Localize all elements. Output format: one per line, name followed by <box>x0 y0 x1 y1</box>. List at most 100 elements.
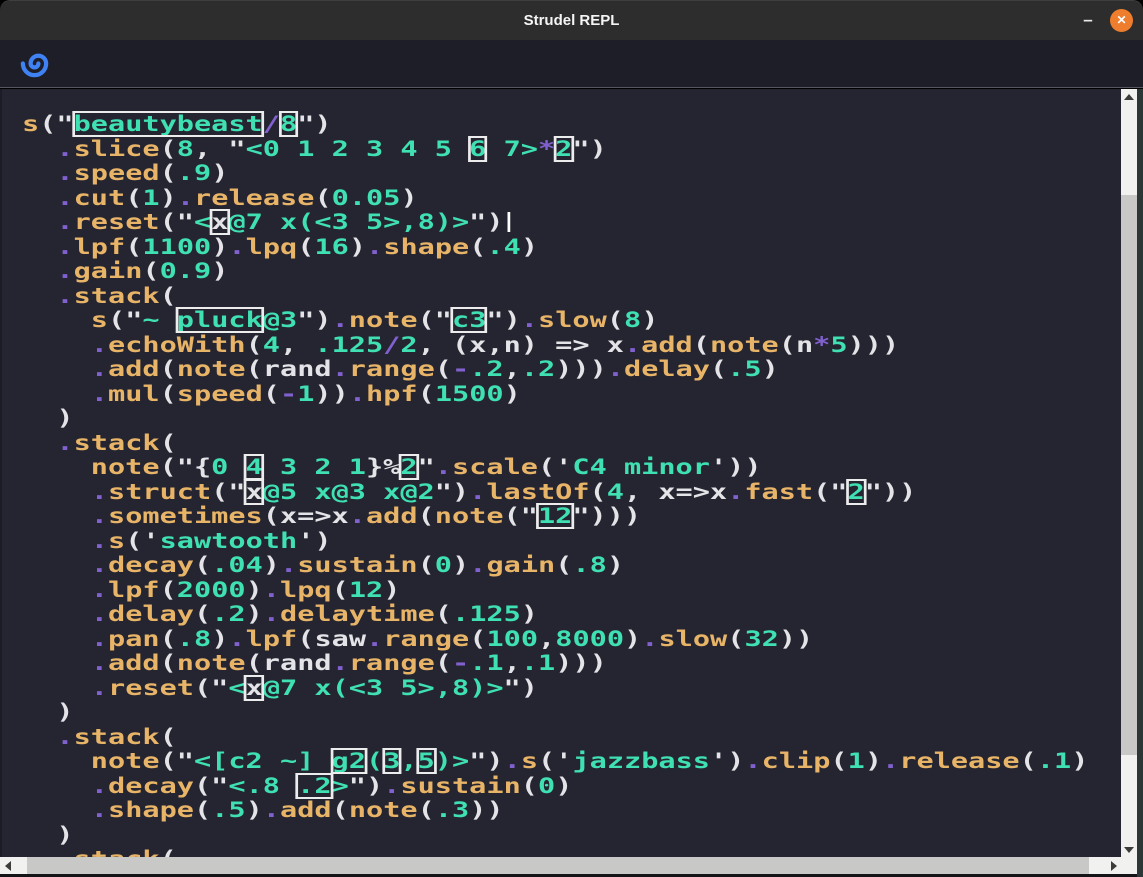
code-token: delaytime <box>280 602 435 626</box>
code-token <box>22 186 56 210</box>
code-token: 7> <box>486 137 538 161</box>
left-arrow-icon <box>5 861 11 871</box>
code-line: .lpf(1100).lpq(16).shape(.4) <box>22 235 806 260</box>
code-token: ") <box>297 112 331 136</box>
code-line: .stack( <box>22 284 806 309</box>
code-token: ~ <box>142 308 176 332</box>
code-token: lpf <box>74 235 126 259</box>
code-token: .9 <box>177 161 211 185</box>
code-line: .struct("x@5 x@3 x@2").lastOf(4, x=>x.fa… <box>22 480 806 505</box>
code-line: .s('sawtooth') <box>22 529 806 554</box>
horizontal-scroll-thumb[interactable] <box>27 857 1089 874</box>
code-token: ( <box>779 333 796 357</box>
code-token: . <box>91 774 108 798</box>
highlighted-token: x <box>246 676 263 700</box>
code-token: note <box>91 749 160 773</box>
code-token <box>22 774 91 798</box>
scroll-right-button[interactable] <box>1106 857 1121 874</box>
scroll-up-button[interactable] <box>1121 89 1137 104</box>
close-button[interactable]: ✕ <box>1110 9 1133 32</box>
code-token: . <box>624 333 641 357</box>
code-token: ( <box>418 504 435 528</box>
code-token: ( <box>246 651 263 675</box>
code-editor[interactable]: s("beautybeast/8") .slice(8, "<0 1 2 3 4… <box>0 89 1143 857</box>
code-token: 12 <box>349 578 383 602</box>
code-token: . <box>91 651 108 675</box>
app-window: Strudel REPL – ✕ s("beautybeast/8") .sli… <box>0 0 1143 877</box>
code-token: * <box>813 333 830 357</box>
code-token: )) <box>469 798 503 822</box>
code-token: / <box>263 112 280 136</box>
code-token <box>22 529 91 553</box>
code-token: note <box>177 357 246 381</box>
scroll-left-button[interactable] <box>0 857 15 874</box>
code-token: , <box>504 651 521 675</box>
code-token: (" <box>813 480 847 504</box>
minimize-button[interactable]: – <box>1077 10 1099 32</box>
code-token: ( <box>555 553 572 577</box>
code-token: (' <box>538 455 572 479</box>
highlighted-token: .2 <box>297 774 331 798</box>
code-token: , <box>538 627 555 651</box>
code-token: (' <box>125 529 159 553</box>
code-token: delay <box>624 357 710 381</box>
code-token: .2 <box>211 602 245 626</box>
code-token: ) <box>1071 749 1088 773</box>
code-token: range <box>349 651 435 675</box>
code-token: pan <box>108 627 160 651</box>
code-token <box>22 553 91 577</box>
code-token: . <box>332 357 349 381</box>
code-token: 1 <box>142 186 159 210</box>
code-token: ( <box>160 725 177 749</box>
code-token <box>22 333 91 357</box>
code-token: ") <box>572 137 606 161</box>
code-line: .add(note(rand.range(-.1,.1))) <box>22 651 806 676</box>
code-token: range <box>383 627 469 651</box>
code-token: . <box>56 725 73 749</box>
code-token: ) <box>246 798 263 822</box>
code-line: .add(note(rand.range(-.2,.2))).delay(.5) <box>22 357 806 382</box>
code-token: 0.05 <box>332 186 401 210</box>
code-token: ) <box>521 602 538 626</box>
code-token: ') <box>710 749 744 773</box>
window-titlebar[interactable]: Strudel REPL – ✕ <box>0 0 1143 40</box>
code-token: . <box>607 357 624 381</box>
code-token: stack <box>74 847 160 857</box>
code-token <box>22 284 56 308</box>
code-token <box>22 431 56 455</box>
code-area[interactable]: s("beautybeast/8") .slice(8, "<0 1 2 3 4… <box>22 112 806 857</box>
horizontal-scrollbar[interactable] <box>0 857 1121 877</box>
code-token: > <box>332 774 349 798</box>
code-token: . <box>332 308 349 332</box>
code-token: 1100 <box>142 235 211 259</box>
scroll-down-button[interactable] <box>1121 842 1137 857</box>
window-title: Strudel REPL <box>0 1 1143 41</box>
code-token: 4 <box>263 333 280 357</box>
code-token: @5 x@3 x@2 <box>263 480 435 504</box>
code-token: 1500 <box>435 382 504 406</box>
code-token: . <box>91 333 108 357</box>
code-token: . <box>177 186 194 210</box>
code-token: rand <box>263 357 332 381</box>
app-toolbar <box>0 40 1143 88</box>
code-token: . <box>504 749 521 773</box>
code-line: .stack( <box>22 725 806 750</box>
code-token: . <box>469 553 486 577</box>
code-token: lastOf <box>486 480 589 504</box>
vertical-scroll-thumb[interactable] <box>1121 195 1137 755</box>
code-token: . <box>727 480 744 504</box>
scrollbar-corner <box>1121 857 1137 877</box>
code-token: clip <box>762 749 831 773</box>
vertical-scrollbar[interactable] <box>1121 89 1137 857</box>
strudel-spiral-logo-icon[interactable] <box>19 48 50 79</box>
code-token: . <box>56 431 73 455</box>
code-token: ( <box>125 235 142 259</box>
code-token: 100 <box>486 627 538 651</box>
highlighted-token: 8 <box>280 112 297 136</box>
code-token: < <box>228 676 245 700</box>
code-line: .speed(.9) <box>22 161 806 186</box>
code-token: ("{ <box>160 455 212 479</box>
code-token: . <box>744 749 761 773</box>
code-token: release <box>194 186 314 210</box>
code-token: release <box>899 749 1019 773</box>
